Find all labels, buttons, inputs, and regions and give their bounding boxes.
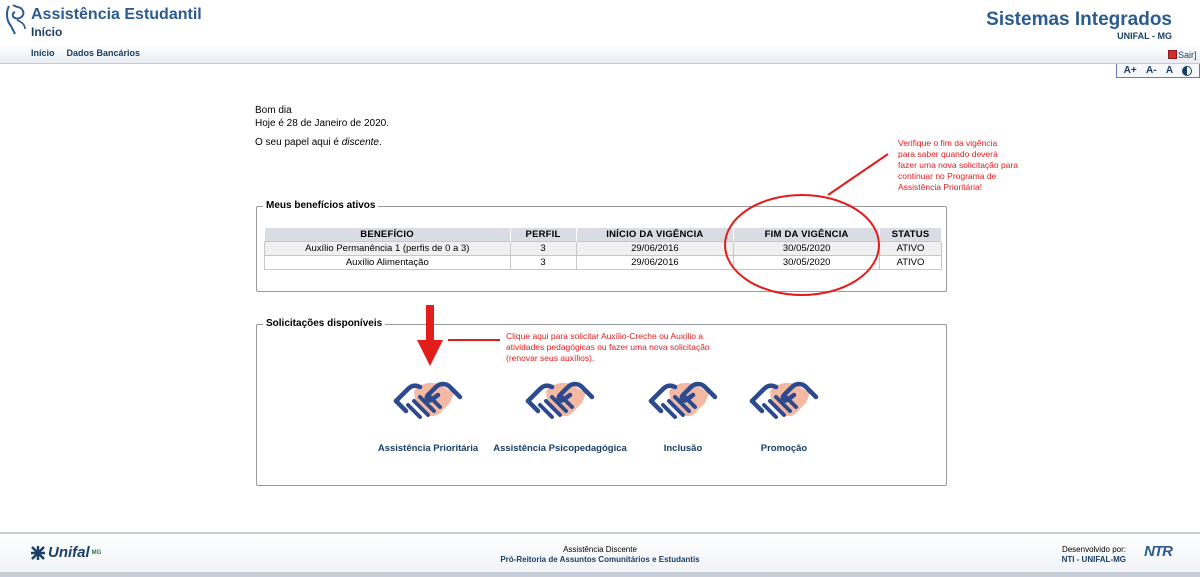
logout-link[interactable]: Sair] (1178, 50, 1197, 60)
date-line: Hoje é 28 de Janeiro de 2020. (255, 118, 389, 129)
page-footer: Unifal MG Assistência Discente Pró-Reito… (0, 532, 1200, 572)
table-row: Auxílio Alimentação 3 29/06/2016 30/05/2… (264, 254, 942, 270)
footer-department: Pró-Reitoria de Assuntos Comunitários e … (500, 555, 700, 564)
callout-line (827, 153, 889, 196)
request-assistencia-prioritaria[interactable]: Assistência Prioritária (358, 371, 498, 454)
table-cell: 29/06/2016 (575, 254, 735, 270)
annotation-line: Verifique o fim da vigência (898, 138, 998, 148)
column-header: PERFIL (510, 228, 577, 241)
request-label[interactable]: Assistência Psicopedagógica (490, 443, 630, 454)
annotation-line: (renovar seus auxílios). (506, 353, 595, 363)
table-header-row: BENEFÍCIO PERFIL INÍCIO DA VIGÊNCIA FIM … (264, 228, 942, 241)
table-cell: 30/05/2020 (733, 254, 881, 270)
table-cell: Auxílio Permanência 1 (perfis de 0 a 3) (264, 240, 511, 256)
hand-logo-icon (5, 4, 26, 35)
ntr-logo: NTR (1144, 543, 1173, 560)
footer-developed-by: Desenvolvido por: (1061, 545, 1126, 554)
role-line: O seu papel aqui é discente. (255, 137, 382, 148)
app-title: Assistência Estudantil (31, 6, 202, 23)
role-prefix: O seu papel aqui é (255, 137, 342, 148)
column-header: STATUS (879, 228, 942, 241)
contrast-icon[interactable] (1182, 65, 1193, 76)
page-subtitle: Início (31, 25, 63, 39)
increase-font-button[interactable]: A+ (1124, 65, 1137, 76)
reset-font-button[interactable]: A (1166, 65, 1173, 76)
menu-item-inicio[interactable]: Início (31, 48, 55, 58)
table-row: Auxílio Permanência 1 (perfis de 0 a 3) … (264, 240, 942, 256)
requests-legend: Solicitações disponíveis (263, 318, 386, 329)
column-header: BENEFÍCIO (264, 228, 511, 241)
benefits-legend: Meus benefícios ativos (263, 200, 379, 211)
role-suffix: . (378, 137, 382, 148)
table-cell: ATIVO (879, 254, 942, 270)
footer-center: Assistência Discente Pró-Reitoria de Ass… (0, 545, 1200, 565)
request-assistencia-psicopedagogica[interactable]: Assistência Psicopedagógica (490, 371, 630, 454)
handshake-icon (748, 371, 820, 427)
system-subtitle: UNIFAL - MG (1117, 31, 1172, 41)
handshake-icon (524, 371, 596, 427)
request-label[interactable]: Promoção (714, 443, 854, 454)
decrease-font-button[interactable]: A- (1146, 65, 1157, 76)
menu-item-dados-bancarios[interactable]: Dados Bancários (67, 48, 141, 58)
system-title: Sistemas Integrados (986, 9, 1172, 30)
request-promocao[interactable]: Promoção (714, 371, 854, 454)
request-label[interactable]: Assistência Prioritária (358, 443, 498, 454)
accessibility-bar: A+ A- A (1116, 64, 1200, 78)
top-menu: Início Dados Bancários (31, 48, 140, 58)
benefits-table: BENEFÍCIO PERFIL INÍCIO DA VIGÊNCIA FIM … (264, 228, 942, 270)
greeting: Bom dia Hoje é 28 de Janeiro de 2020. (255, 104, 389, 130)
table-cell: 3 (509, 240, 577, 256)
annotation-line: para saber quando deverá (898, 149, 998, 159)
annotation-line: continuar no Programa de (898, 171, 997, 181)
annotation-line: Assistência Prioritária! (898, 182, 983, 192)
column-header: FIM DA VIGÊNCIA (733, 228, 881, 241)
table-cell: ATIVO (879, 240, 942, 256)
table-cell: Auxílio Alimentação (264, 254, 511, 270)
handshake-icon (392, 371, 464, 427)
footer-unit: Assistência Discente (563, 545, 637, 554)
annotation-line: Clique aqui para solicitar Auxílio-Crech… (506, 331, 704, 341)
table-cell: 29/06/2016 (575, 240, 735, 256)
logout-icon[interactable] (1168, 50, 1177, 59)
role-value: discente (341, 137, 379, 148)
request-annotation: Clique aqui para solicitar Auxílio-Crech… (506, 331, 710, 364)
vigencia-annotation: Verifique o fim da vigência para saber q… (898, 138, 1018, 193)
column-header: INÍCIO DA VIGÊNCIA (576, 228, 735, 241)
annotation-line: atividades pedagógicas ou fazer uma nova… (506, 342, 710, 352)
table-cell: 3 (509, 254, 577, 270)
table-cell: 30/05/2020 (733, 240, 881, 256)
handshake-icon (647, 371, 719, 427)
annotation-line: fazer uma nova solicitação para (898, 160, 1019, 170)
logout-area: Sair] (1168, 47, 1200, 62)
greeting-line: Bom dia (255, 105, 292, 116)
footer-bottom-bar (0, 572, 1200, 577)
active-benefits-panel: Meus benefícios ativos BENEFÍCIO PERFIL … (256, 200, 947, 292)
footer-developer: NTI - UNIFAL-MG (1061, 555, 1126, 564)
footer-credits: Desenvolvido por: NTI - UNIFAL-MG (1062, 545, 1126, 565)
page-header: Assistência Estudantil Início Início Dad… (0, 0, 1200, 64)
